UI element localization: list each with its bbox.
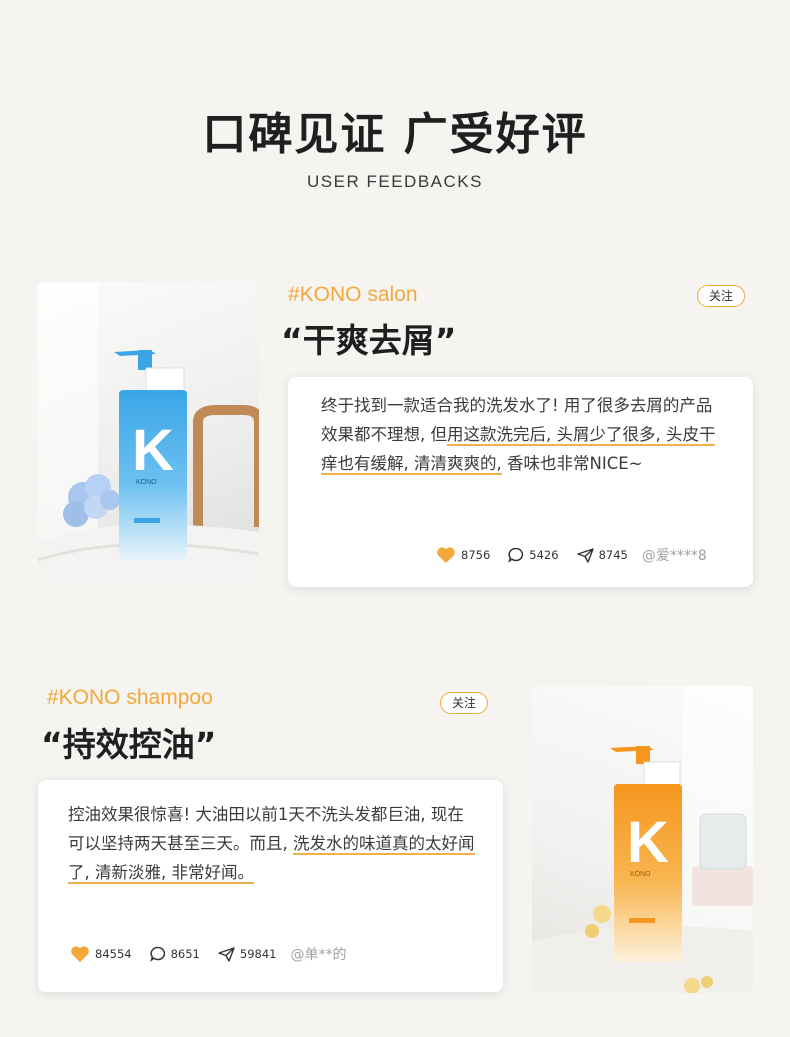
heart-icon: [71, 946, 89, 963]
review-text: 终于找到一款适合我的洗发水了! 用了很多去屑的产品效果都不理想, 但用这款洗完后…: [321, 396, 716, 475]
review-username[interactable]: @爱****8: [642, 545, 707, 565]
heart-icon: [437, 547, 455, 564]
review-username[interactable]: @单**的: [290, 944, 346, 964]
review-headline: “干爽去屑”: [281, 321, 457, 360]
review-tag[interactable]: #KONO salon: [288, 283, 418, 307]
svg-text:KONO: KONO: [630, 871, 651, 878]
follow-button[interactable]: 关注: [440, 692, 488, 714]
comment-button[interactable]: 8651: [149, 946, 200, 962]
review-stats: 84554 8651 59841 @单**的: [70, 944, 346, 964]
share-count: 59841: [239, 947, 277, 961]
product-photo-orange: K KONO: [532, 686, 753, 993]
product-photo-blue: K KONO: [38, 282, 259, 589]
follow-button[interactable]: 关注: [697, 285, 745, 307]
section-title: 口碑见证 广受好评: [202, 109, 588, 160]
comment-button[interactable]: 5426: [508, 547, 559, 563]
review-card: 终于找到一款适合我的洗发水了! 用了很多去屑的产品效果都不理想, 但用这款洗完后…: [288, 377, 753, 587]
share-count: 8745: [598, 548, 628, 562]
review-text: 控油效果很惊喜! 大油田以前1天不洗头发都巨油, 现在可以坚持两天甚至三天。而且…: [68, 805, 475, 884]
review-stats: 8756 5426 8745 @爱****8: [436, 545, 707, 565]
comment-count: 8651: [170, 947, 200, 961]
review-tag[interactable]: #KONO shampoo: [47, 686, 213, 710]
like-count: 8756: [461, 548, 491, 562]
section-header: 口碑见证 广受好评 USER FEEDBACKS: [0, 98, 790, 192]
like-button[interactable]: 84554: [70, 945, 132, 963]
svg-text:K: K: [132, 418, 174, 483]
svg-text:KONO: KONO: [136, 479, 157, 486]
section-subtitle: USER FEEDBACKS: [307, 172, 483, 191]
comment-count: 5426: [529, 548, 559, 562]
comment-icon: [508, 547, 524, 563]
like-button[interactable]: 8756: [436, 546, 490, 564]
svg-text:K: K: [627, 810, 669, 875]
share-button[interactable]: 59841: [218, 946, 277, 962]
like-count: 84554: [95, 947, 132, 961]
share-button[interactable]: 8745: [576, 547, 628, 563]
share-icon: [218, 946, 235, 962]
comment-icon: [149, 946, 165, 962]
review-headline: “持效控油”: [41, 725, 217, 764]
review-card: 控油效果很惊喜! 大油田以前1天不洗头发都巨油, 现在可以坚持两天甚至三天。而且…: [38, 780, 503, 992]
share-icon: [576, 547, 594, 563]
